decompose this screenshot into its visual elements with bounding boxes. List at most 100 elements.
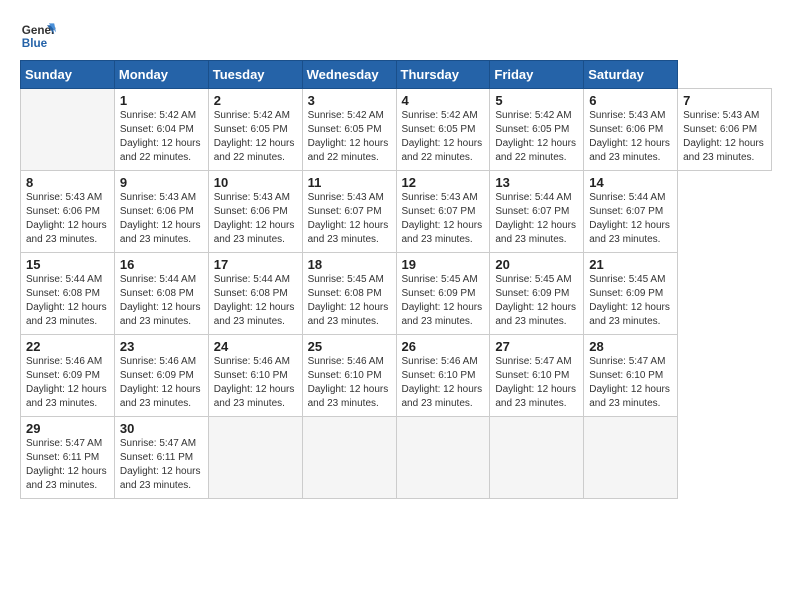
day-info: Sunrise: 5:45 AMSunset: 6:08 PMDaylight:… <box>308 273 391 329</box>
day-number: 9 <box>120 175 203 190</box>
day-cell-7: 7Sunrise: 5:43 AMSunset: 6:06 PMDaylight… <box>678 89 772 171</box>
day-cell-15: 15Sunrise: 5:44 AMSunset: 6:08 PMDayligh… <box>21 253 115 335</box>
day-number: 30 <box>120 421 203 436</box>
day-info: Sunrise: 5:46 AMSunset: 6:10 PMDaylight:… <box>402 355 485 411</box>
day-info: Sunrise: 5:42 AMSunset: 6:05 PMDaylight:… <box>308 109 391 165</box>
calendar-header-row: SundayMondayTuesdayWednesdayThursdayFrid… <box>21 61 772 89</box>
day-info: Sunrise: 5:42 AMSunset: 6:05 PMDaylight:… <box>495 109 578 165</box>
day-number: 4 <box>402 93 485 108</box>
day-number: 24 <box>214 339 297 354</box>
day-cell-17: 17Sunrise: 5:44 AMSunset: 6:08 PMDayligh… <box>208 253 302 335</box>
day-cell-9: 9Sunrise: 5:43 AMSunset: 6:06 PMDaylight… <box>114 171 208 253</box>
week-row-3: 22Sunrise: 5:46 AMSunset: 6:09 PMDayligh… <box>21 335 772 417</box>
day-number: 5 <box>495 93 578 108</box>
day-cell-6: 6Sunrise: 5:43 AMSunset: 6:06 PMDaylight… <box>584 89 678 171</box>
logo-icon: General Blue <box>20 18 56 54</box>
day-info: Sunrise: 5:45 AMSunset: 6:09 PMDaylight:… <box>402 273 485 329</box>
day-info: Sunrise: 5:43 AMSunset: 6:07 PMDaylight:… <box>308 191 391 247</box>
empty-cell <box>21 89 115 171</box>
day-cell-30: 30Sunrise: 5:47 AMSunset: 6:11 PMDayligh… <box>114 417 208 499</box>
day-number: 26 <box>402 339 485 354</box>
day-info: Sunrise: 5:42 AMSunset: 6:05 PMDaylight:… <box>402 109 485 165</box>
day-info: Sunrise: 5:43 AMSunset: 6:06 PMDaylight:… <box>120 191 203 247</box>
day-info: Sunrise: 5:44 AMSunset: 6:08 PMDaylight:… <box>214 273 297 329</box>
day-cell-27: 27Sunrise: 5:47 AMSunset: 6:10 PMDayligh… <box>490 335 584 417</box>
day-info: Sunrise: 5:44 AMSunset: 6:08 PMDaylight:… <box>120 273 203 329</box>
day-cell-23: 23Sunrise: 5:46 AMSunset: 6:09 PMDayligh… <box>114 335 208 417</box>
week-row-0: 1Sunrise: 5:42 AMSunset: 6:04 PMDaylight… <box>21 89 772 171</box>
day-info: Sunrise: 5:47 AMSunset: 6:11 PMDaylight:… <box>120 437 203 493</box>
day-cell-16: 16Sunrise: 5:44 AMSunset: 6:08 PMDayligh… <box>114 253 208 335</box>
col-header-thursday: Thursday <box>396 61 490 89</box>
day-number: 15 <box>26 257 109 272</box>
day-cell-22: 22Sunrise: 5:46 AMSunset: 6:09 PMDayligh… <box>21 335 115 417</box>
day-number: 20 <box>495 257 578 272</box>
day-number: 17 <box>214 257 297 272</box>
day-info: Sunrise: 5:47 AMSunset: 6:10 PMDaylight:… <box>589 355 672 411</box>
day-info: Sunrise: 5:44 AMSunset: 6:07 PMDaylight:… <box>495 191 578 247</box>
day-number: 6 <box>589 93 672 108</box>
day-info: Sunrise: 5:45 AMSunset: 6:09 PMDaylight:… <box>495 273 578 329</box>
day-cell-5: 5Sunrise: 5:42 AMSunset: 6:05 PMDaylight… <box>490 89 584 171</box>
day-info: Sunrise: 5:47 AMSunset: 6:10 PMDaylight:… <box>495 355 578 411</box>
day-info: Sunrise: 5:46 AMSunset: 6:09 PMDaylight:… <box>120 355 203 411</box>
day-info: Sunrise: 5:46 AMSunset: 6:10 PMDaylight:… <box>308 355 391 411</box>
col-header-wednesday: Wednesday <box>302 61 396 89</box>
day-number: 7 <box>683 93 766 108</box>
day-cell-28: 28Sunrise: 5:47 AMSunset: 6:10 PMDayligh… <box>584 335 678 417</box>
day-cell-1: 1Sunrise: 5:42 AMSunset: 6:04 PMDaylight… <box>114 89 208 171</box>
day-info: Sunrise: 5:43 AMSunset: 6:06 PMDaylight:… <box>214 191 297 247</box>
day-cell-14: 14Sunrise: 5:44 AMSunset: 6:07 PMDayligh… <box>584 171 678 253</box>
col-header-monday: Monday <box>114 61 208 89</box>
day-cell-11: 11Sunrise: 5:43 AMSunset: 6:07 PMDayligh… <box>302 171 396 253</box>
calendar-table: SundayMondayTuesdayWednesdayThursdayFrid… <box>20 60 772 499</box>
day-number: 22 <box>26 339 109 354</box>
day-cell-29: 29Sunrise: 5:47 AMSunset: 6:11 PMDayligh… <box>21 417 115 499</box>
col-header-friday: Friday <box>490 61 584 89</box>
day-number: 29 <box>26 421 109 436</box>
col-header-sunday: Sunday <box>21 61 115 89</box>
col-header-tuesday: Tuesday <box>208 61 302 89</box>
day-cell-13: 13Sunrise: 5:44 AMSunset: 6:07 PMDayligh… <box>490 171 584 253</box>
day-cell-21: 21Sunrise: 5:45 AMSunset: 6:09 PMDayligh… <box>584 253 678 335</box>
empty-cell <box>396 417 490 499</box>
day-info: Sunrise: 5:42 AMSunset: 6:04 PMDaylight:… <box>120 109 203 165</box>
day-info: Sunrise: 5:46 AMSunset: 6:10 PMDaylight:… <box>214 355 297 411</box>
day-info: Sunrise: 5:46 AMSunset: 6:09 PMDaylight:… <box>26 355 109 411</box>
day-number: 25 <box>308 339 391 354</box>
day-info: Sunrise: 5:47 AMSunset: 6:11 PMDaylight:… <box>26 437 109 493</box>
day-cell-12: 12Sunrise: 5:43 AMSunset: 6:07 PMDayligh… <box>396 171 490 253</box>
day-info: Sunrise: 5:43 AMSunset: 6:06 PMDaylight:… <box>589 109 672 165</box>
day-number: 18 <box>308 257 391 272</box>
week-row-4: 29Sunrise: 5:47 AMSunset: 6:11 PMDayligh… <box>21 417 772 499</box>
day-cell-26: 26Sunrise: 5:46 AMSunset: 6:10 PMDayligh… <box>396 335 490 417</box>
day-number: 19 <box>402 257 485 272</box>
day-cell-24: 24Sunrise: 5:46 AMSunset: 6:10 PMDayligh… <box>208 335 302 417</box>
day-cell-3: 3Sunrise: 5:42 AMSunset: 6:05 PMDaylight… <box>302 89 396 171</box>
day-number: 14 <box>589 175 672 190</box>
day-number: 28 <box>589 339 672 354</box>
day-number: 21 <box>589 257 672 272</box>
day-number: 27 <box>495 339 578 354</box>
day-info: Sunrise: 5:43 AMSunset: 6:07 PMDaylight:… <box>402 191 485 247</box>
empty-cell <box>584 417 678 499</box>
day-number: 12 <box>402 175 485 190</box>
day-number: 16 <box>120 257 203 272</box>
day-number: 10 <box>214 175 297 190</box>
empty-cell <box>490 417 584 499</box>
day-number: 1 <box>120 93 203 108</box>
calendar-body: 1Sunrise: 5:42 AMSunset: 6:04 PMDaylight… <box>21 89 772 499</box>
page: General Blue SundayMondayTuesdayWednesda… <box>0 0 792 612</box>
day-cell-20: 20Sunrise: 5:45 AMSunset: 6:09 PMDayligh… <box>490 253 584 335</box>
day-cell-8: 8Sunrise: 5:43 AMSunset: 6:06 PMDaylight… <box>21 171 115 253</box>
day-number: 2 <box>214 93 297 108</box>
day-info: Sunrise: 5:44 AMSunset: 6:08 PMDaylight:… <box>26 273 109 329</box>
svg-text:Blue: Blue <box>22 37 48 50</box>
week-row-1: 8Sunrise: 5:43 AMSunset: 6:06 PMDaylight… <box>21 171 772 253</box>
day-number: 3 <box>308 93 391 108</box>
empty-cell <box>208 417 302 499</box>
day-cell-18: 18Sunrise: 5:45 AMSunset: 6:08 PMDayligh… <box>302 253 396 335</box>
day-cell-2: 2Sunrise: 5:42 AMSunset: 6:05 PMDaylight… <box>208 89 302 171</box>
header: General Blue <box>20 18 772 54</box>
day-info: Sunrise: 5:44 AMSunset: 6:07 PMDaylight:… <box>589 191 672 247</box>
